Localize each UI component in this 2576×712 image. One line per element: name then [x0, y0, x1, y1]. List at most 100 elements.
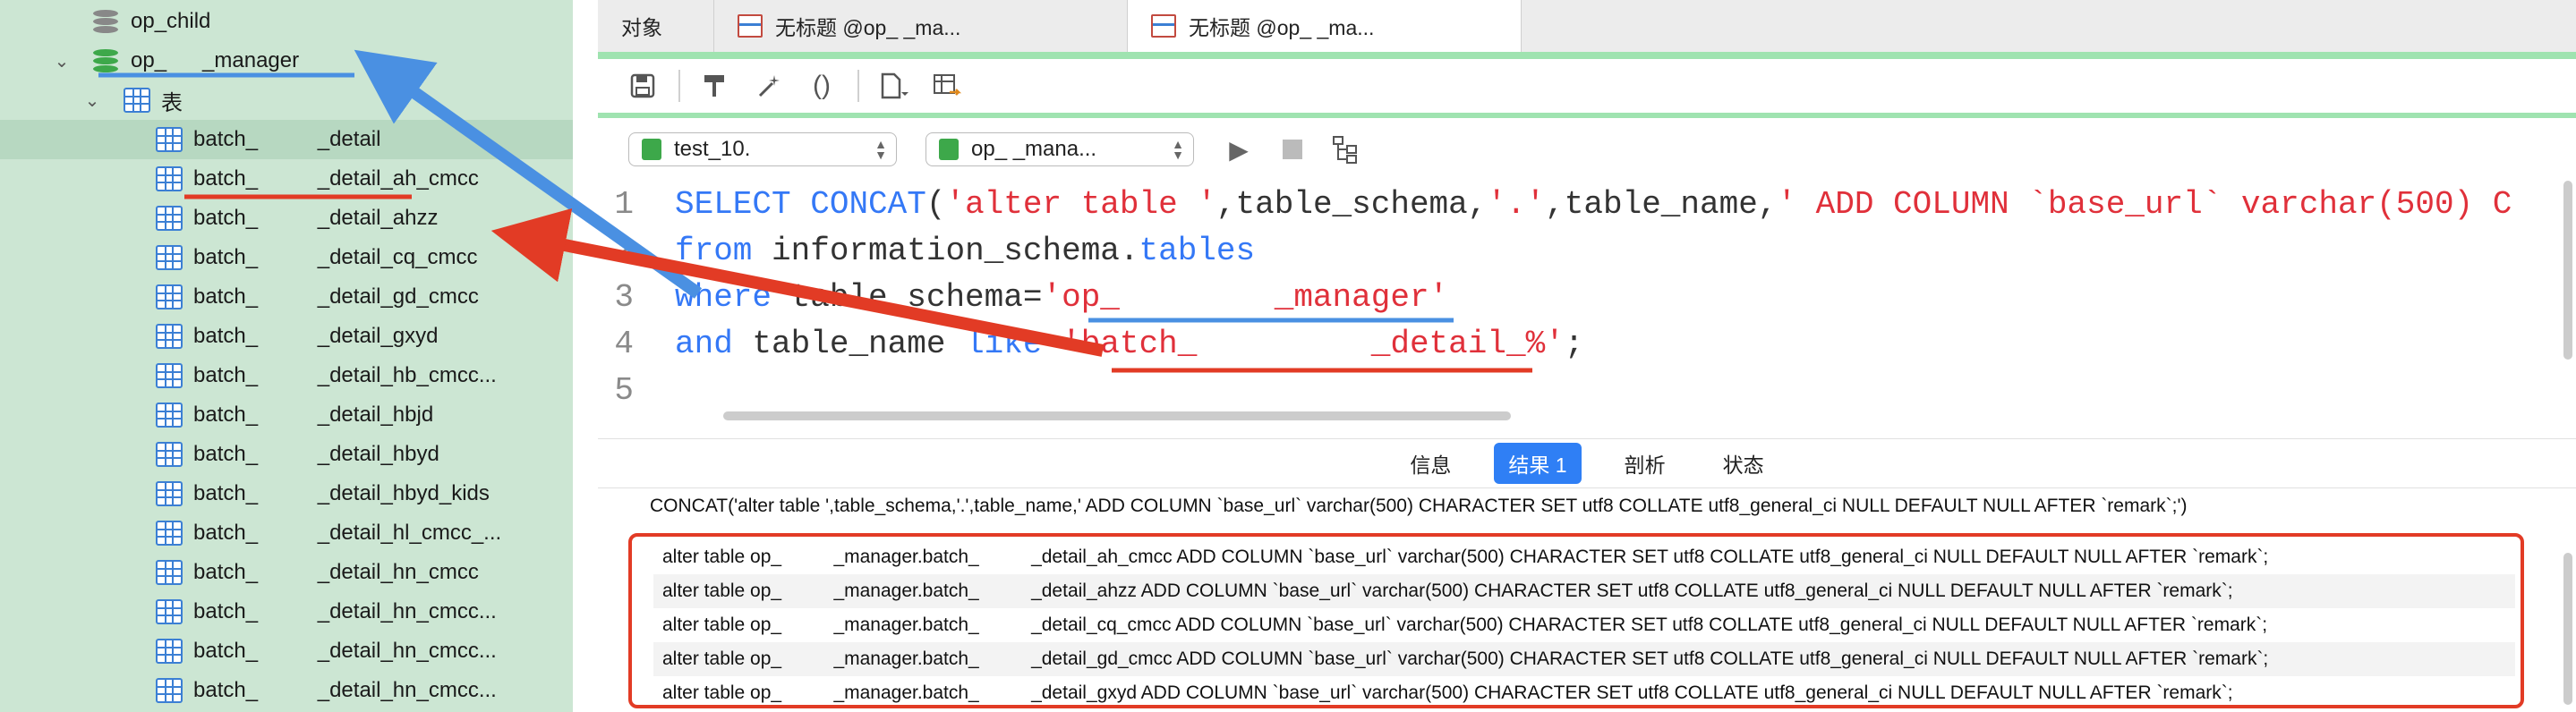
code-token: and [675, 325, 753, 362]
result-column-header[interactable]: CONCAT('alter table ',table_schema,'.',t… [650, 496, 2187, 517]
save-icon[interactable] [625, 68, 661, 104]
table-icon [156, 442, 183, 467]
tab-untitled-query-2[interactable]: 无标题 @op_ _ma... [1128, 0, 1522, 52]
magic-wand-icon[interactable] [750, 68, 786, 104]
table-icon [156, 678, 183, 703]
code-token: from [675, 232, 772, 269]
tree-item-tables-folder[interactable]: ⌄ 表 [0, 81, 573, 120]
table-icon [156, 639, 183, 664]
tree-item-table[interactable]: batch_ _detail_gd_cmcc [0, 277, 573, 317]
editor-horizontal-scrollbar[interactable] [723, 411, 1511, 420]
code-token: ,table_name, [1545, 185, 1778, 223]
accent-bar [598, 113, 2576, 118]
table-icon [156, 363, 183, 388]
tree-item-table[interactable]: batch_ _detail_hn_cmcc... [0, 671, 573, 710]
format-icon[interactable] [696, 68, 732, 104]
code-token: table_schema= [790, 278, 1043, 316]
tree-item-table[interactable]: batch_ _detail [0, 120, 573, 159]
tree-item-table[interactable]: batch_ _detail_hb_cmcc... [0, 356, 573, 395]
code-token: where [675, 278, 791, 316]
tree-item-table[interactable]: batch_ _detail_hbjd [0, 395, 573, 435]
select-arrows-icon: ▲ ▼ [1172, 137, 1184, 162]
parentheses-icon[interactable]: () [804, 68, 840, 104]
toolbar-divider [857, 70, 859, 102]
code-token: table_name [752, 325, 966, 362]
tree-item-table[interactable]: batch_ _detail_hbyd [0, 435, 573, 474]
result-grid[interactable]: CONCAT('alter table ',table_schema,'.',t… [598, 490, 2576, 712]
tree-item-label: batch_ _detail_cq_cmcc [193, 245, 478, 269]
code-line[interactable]: 1 SELECT CONCAT('alter table ' ,table_sche… [598, 181, 2512, 227]
tree-item-label: batch_ _detail_hn_cmcc... [193, 599, 497, 623]
code-token: information_schema. [772, 232, 1139, 269]
code-token: ( [925, 185, 946, 223]
tree-item-label: batch_ _detail_hbjd [193, 403, 434, 427]
sql-editor[interactable]: 1 SELECT CONCAT('alter table ' ,table_sche… [598, 181, 2576, 429]
result-tabs: 信息 结果 1 剖析 状态 [598, 438, 2576, 488]
table-icon [156, 245, 183, 270]
line-number: 4 [614, 325, 634, 362]
toolbar-divider [678, 70, 680, 102]
document-icon[interactable] [875, 68, 911, 104]
line-number: 1 [614, 185, 634, 223]
tab-objects[interactable]: 对象 [598, 0, 714, 52]
tab-untitled-query-1[interactable]: 无标题 @op_ _ma... [714, 0, 1128, 52]
tab-profile[interactable]: 剖析 [1610, 443, 1680, 484]
table-icon [156, 403, 183, 428]
table-icon [156, 166, 183, 191]
explain-icon[interactable] [1328, 131, 1364, 167]
connection-select[interactable]: test_10. ▲ ▼ [628, 132, 897, 166]
database-icon [93, 8, 118, 35]
table-icon [156, 324, 183, 349]
code-token: 'alter table ' [945, 185, 1216, 223]
table-icon [124, 88, 150, 113]
table-export-icon[interactable] [929, 68, 965, 104]
tab-label: 无标题 @op_ _ma... [775, 16, 961, 39]
line-number: 5 [614, 371, 634, 409]
database-select[interactable]: op_ _mana... ▲ ▼ [925, 132, 1194, 166]
connection-bar: test_10. ▲ ▼ op_ _mana... ▲ ▼ ▶ [598, 120, 2576, 179]
tree-item-label: batch_ _detail_hbyd [193, 442, 439, 466]
tree-item-database[interactable]: ⌄ op_ _manager [0, 41, 573, 81]
code-line[interactable]: 4 and table_name like 'batch_ _detail_%'; [598, 320, 1583, 367]
tree-item-table[interactable]: batch_ _detail_hl_cmcc_... [0, 513, 573, 553]
editor-vertical-scrollbar[interactable] [2563, 181, 2572, 360]
tree-item-table[interactable]: batch_ _detail_hbyd_kids [0, 474, 573, 513]
table-icon [156, 599, 183, 624]
chevron-down-icon[interactable]: ⌄ [52, 50, 72, 72]
line-number: 3 [614, 278, 634, 316]
code-token: tables [1139, 232, 1256, 269]
tab-label: 对象 [621, 16, 662, 39]
result-vertical-scrollbar[interactable] [2563, 553, 2572, 705]
table-icon [156, 560, 183, 585]
code-token: like [965, 325, 1062, 362]
code-token: ,table_schema, [1215, 185, 1488, 223]
tree-item-label: batch_ _detail_hn_cmcc... [193, 639, 497, 663]
tree-item-table[interactable]: batch_ _detail_hn_cmcc... [0, 592, 573, 631]
code-token: 'batch_ _detail_%' [1062, 325, 1565, 362]
tree-item-table[interactable]: batch_ _detail_cq_cmcc [0, 238, 573, 277]
tree-item-label: op_child [131, 9, 211, 33]
tree-item-database[interactable]: op_child [0, 2, 573, 41]
tree-item-table[interactable]: batch_ _detail_ahzz [0, 199, 573, 238]
tree-item-label: batch_ _detail_gd_cmcc [193, 284, 479, 309]
query-editor-pane: 对象 无标题 @op_ _ma... 无标题 @op_ _ma... () te… [598, 0, 2576, 712]
tree-item-table[interactable]: batch_ _detail_ah_cmcc [0, 159, 573, 199]
tree-item-table[interactable]: batch_ _detail_hn_cmcc... [0, 631, 573, 671]
tree-item-table[interactable]: batch_ _detail_gxyd [0, 317, 573, 356]
tab-status[interactable]: 状态 [1709, 443, 1778, 484]
code-token: 'op_ _manager' [1042, 278, 1449, 316]
tree-item-table[interactable]: batch_ _detail_hn_cmcc [0, 553, 573, 592]
tab-label: 无标题 @op_ _ma... [1189, 16, 1375, 39]
run-icon[interactable]: ▶ [1221, 131, 1257, 167]
chevron-down-icon[interactable]: ⌄ [82, 89, 102, 112]
object-tree-sidebar[interactable]: op_child ⌄ op_ _manager ⌄ 表 batch_ _detail bat… [0, 0, 573, 712]
tree-item-label: batch_ _detail_hbyd_kids [193, 481, 490, 505]
tab-info[interactable]: 信息 [1395, 443, 1465, 484]
tab-result-1[interactable]: 结果 1 [1494, 443, 1582, 484]
stop-icon[interactable] [1275, 131, 1310, 167]
code-line[interactable]: 5 [598, 367, 675, 413]
code-line[interactable]: 2 from information_schema. tables [598, 227, 1255, 274]
code-token: CONCAT [810, 185, 926, 223]
tab-bar: 对象 无标题 @op_ _ma... 无标题 @op_ _ma... [598, 0, 2576, 53]
code-line[interactable]: 3 where table_schema='op_ _manager' [598, 274, 1448, 320]
